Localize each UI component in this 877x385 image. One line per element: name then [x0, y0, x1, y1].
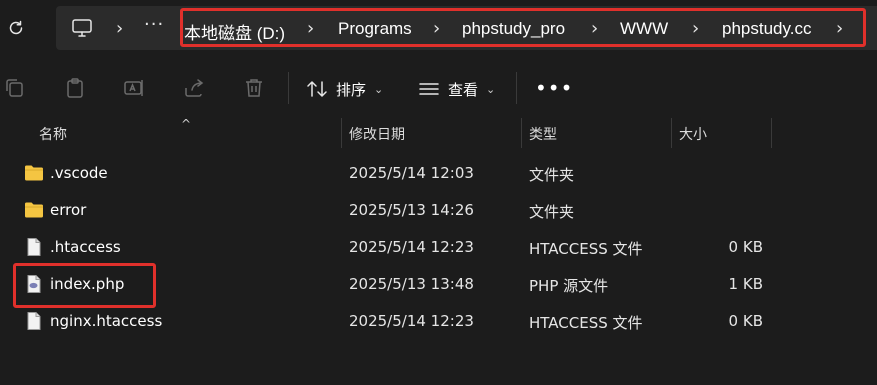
column-header-name[interactable]: 名称	[39, 124, 67, 144]
chevron-right-icon[interactable]: ›	[116, 18, 123, 39]
address-row: › ··· 本地磁盘 (D:) › Programs › phpstudy_pr…	[0, 0, 877, 56]
column-header-row: ^ 名称 修改日期 类型 大小	[0, 117, 877, 148]
file-row[interactable]: .htaccess 2025/5/14 12:23 HTACCESS 文件 0 …	[0, 229, 877, 266]
php-file-icon	[27, 275, 41, 293]
file-modified: 2025/5/14 12:23	[349, 238, 474, 256]
column-header-type[interactable]: 类型	[529, 124, 557, 144]
file-type: 文件夹	[529, 203, 575, 221]
file-modified: 2025/5/14 12:03	[349, 164, 474, 182]
chevron-right-icon[interactable]: ›	[836, 18, 843, 39]
column-divider[interactable]	[341, 118, 342, 148]
crumb-phpstudy-pro[interactable]: phpstudy_pro	[462, 19, 565, 39]
crumb-www[interactable]: WWW	[620, 19, 668, 39]
chevron-right-icon[interactable]: ›	[591, 18, 598, 39]
command-bar: 排序 ⌄ 查看 ⌄ •••	[0, 56, 877, 118]
file-modified: 2025/5/14 12:23	[349, 312, 474, 330]
column-header-modified[interactable]: 修改日期	[349, 124, 405, 144]
crumb-phpstudy-cc[interactable]: phpstudy.cc	[722, 19, 811, 39]
refresh-button[interactable]	[4, 16, 28, 40]
file-name: .htaccess	[50, 238, 121, 256]
view-list-icon	[419, 83, 439, 95]
copy-icon[interactable]	[3, 76, 27, 100]
chevron-right-icon[interactable]: ›	[433, 18, 440, 39]
sort-label: 排序	[336, 80, 367, 99]
toolbar-separator	[288, 72, 289, 104]
column-divider[interactable]	[771, 118, 772, 148]
crumb-programs[interactable]: Programs	[338, 19, 412, 39]
refresh-icon	[9, 20, 23, 35]
file-row[interactable]: index.php 2025/5/13 13:48 PHP 源文件 1 KB	[0, 266, 877, 303]
folder-icon	[25, 202, 43, 218]
file-size: 1 KB	[728, 275, 763, 293]
file-row[interactable]: nginx.htaccess 2025/5/14 12:23 HTACCESS …	[0, 303, 877, 340]
share-icon[interactable]	[182, 76, 206, 100]
rename-icon[interactable]	[122, 76, 146, 100]
chevron-right-icon[interactable]: ›	[307, 18, 314, 39]
file-row[interactable]: .vscode 2025/5/14 12:03 文件夹	[0, 155, 877, 192]
chevron-down-icon: ⌄	[374, 82, 384, 96]
column-divider[interactable]	[671, 118, 672, 148]
file-icon	[27, 312, 41, 330]
address-bar[interactable]: › ··· 本地磁盘 (D:) › Programs › phpstudy_pr…	[56, 6, 877, 50]
file-type: HTACCESS 文件	[529, 314, 643, 332]
file-modified: 2025/5/13 14:26	[349, 201, 474, 219]
file-size: 0 KB	[728, 312, 763, 330]
file-modified: 2025/5/13 13:48	[349, 275, 474, 293]
sort-icon	[307, 81, 327, 97]
folder-icon	[25, 165, 43, 181]
file-name: error	[50, 201, 87, 219]
file-name: nginx.htaccess	[50, 312, 163, 330]
crumb-drive[interactable]: 本地磁盘 (D:)	[184, 19, 285, 44]
file-row[interactable]: error 2025/5/13 14:26 文件夹	[0, 192, 877, 229]
chevron-right-icon[interactable]: ›	[692, 18, 699, 39]
paste-icon[interactable]	[63, 76, 87, 100]
file-size: 0 KB	[728, 238, 763, 256]
file-name: index.php	[50, 275, 125, 293]
delete-icon[interactable]	[242, 76, 266, 100]
monitor-icon	[72, 19, 92, 37]
sort-button[interactable]: 排序 ⌄	[306, 77, 383, 101]
file-name: .vscode	[50, 164, 108, 182]
hidden-crumbs-button[interactable]: ···	[144, 14, 164, 35]
toolbar-separator	[516, 72, 517, 104]
column-header-size[interactable]: 大小	[679, 124, 707, 144]
view-button[interactable]: 查看 ⌄	[418, 77, 495, 101]
column-divider[interactable]	[521, 118, 522, 148]
file-icon	[27, 238, 41, 256]
see-more-button[interactable]: •••	[535, 76, 573, 100]
chevron-down-icon: ⌄	[486, 82, 496, 96]
sort-asc-icon: ^	[181, 117, 192, 131]
this-pc-button[interactable]	[70, 16, 94, 40]
file-type: PHP 源文件	[529, 277, 609, 295]
file-type: HTACCESS 文件	[529, 240, 643, 258]
file-type: 文件夹	[529, 166, 575, 184]
view-label: 查看	[448, 80, 479, 99]
